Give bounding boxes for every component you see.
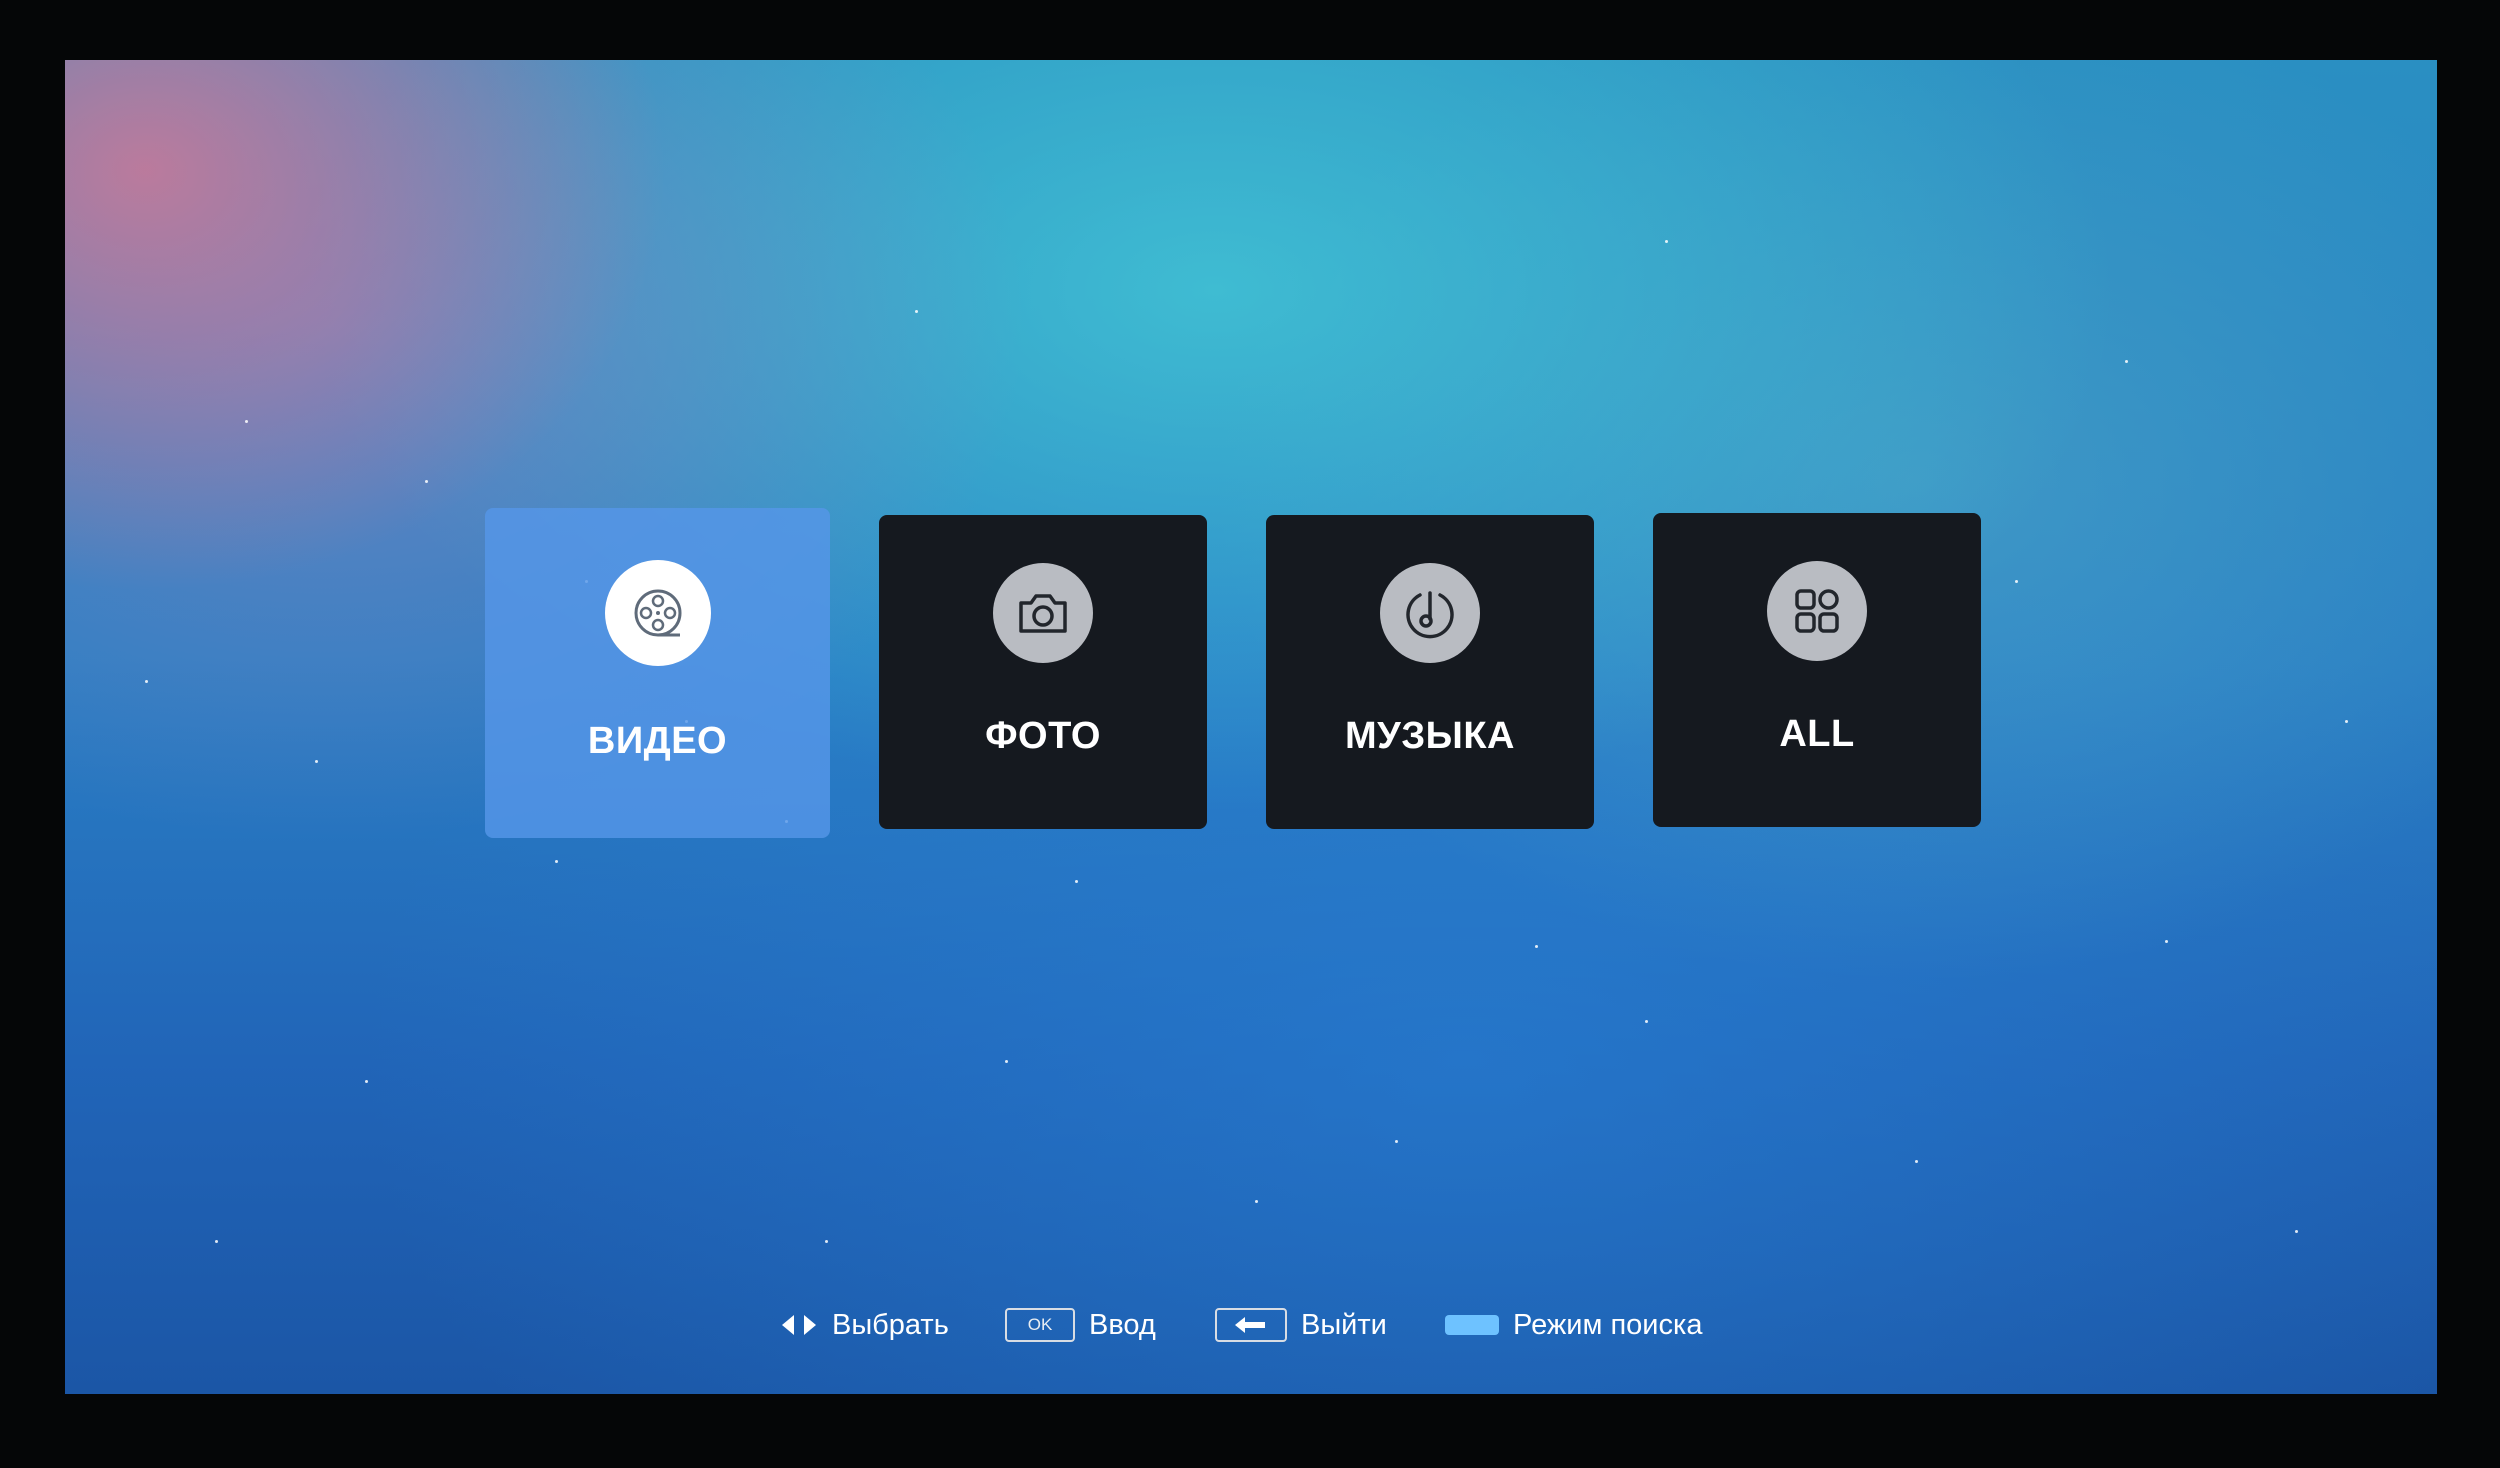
media-player-screen: ВИДЕО ФОТО МУЗЫКА ALL Выбрать OK Ввод Вы… bbox=[65, 60, 2437, 1394]
hint-select: Выбрать bbox=[780, 1305, 949, 1345]
ok-key-icon: OK bbox=[1005, 1308, 1075, 1342]
hint-exit: Выйти bbox=[1215, 1305, 1387, 1345]
blue-key-icon bbox=[1445, 1315, 1499, 1335]
hint-select-label: Выбрать bbox=[832, 1308, 949, 1341]
remote-hints-bar: Выбрать OK Ввод Выйти Режим поиска bbox=[65, 60, 2437, 1394]
hint-exit-label: Выйти bbox=[1301, 1308, 1387, 1341]
hint-search-mode: Режим поиска bbox=[1445, 1305, 1702, 1345]
left-right-arrows-icon bbox=[780, 1311, 818, 1339]
back-arrow-icon bbox=[1215, 1308, 1287, 1342]
hint-search-mode-label: Режим поиска bbox=[1513, 1308, 1703, 1341]
hint-enter-label: Ввод bbox=[1089, 1308, 1156, 1341]
hint-enter: OK Ввод bbox=[1005, 1305, 1156, 1345]
